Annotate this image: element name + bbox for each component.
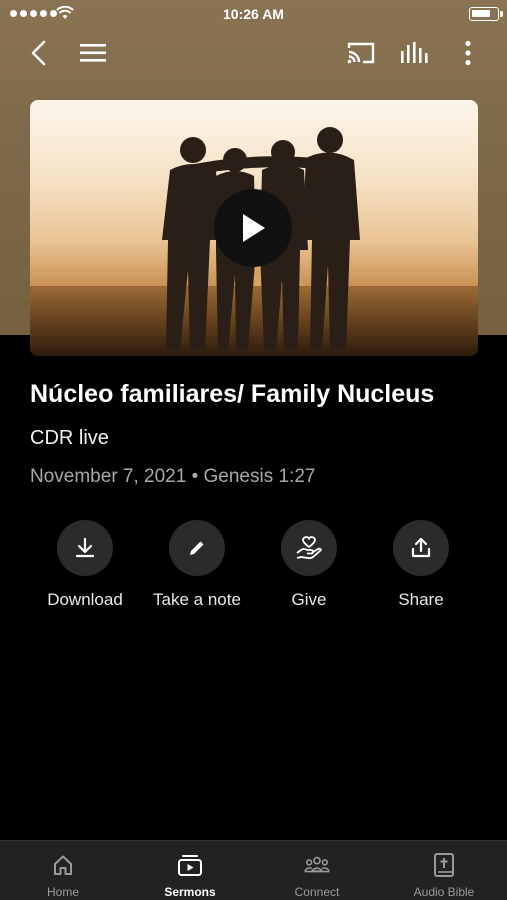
more-options-button[interactable]: [451, 36, 485, 70]
share-button[interactable]: Share: [361, 520, 481, 610]
note-circle: [169, 520, 225, 576]
give-hand-heart-icon: [296, 536, 322, 560]
chevron-left-icon: [31, 40, 46, 66]
cast-button[interactable]: [344, 36, 378, 70]
battery-icon: [469, 7, 503, 21]
share-label: Share: [398, 590, 444, 609]
give-circle: [281, 520, 337, 576]
tab-audio-bible-label: Audio Bible: [413, 885, 475, 899]
play-icon: [243, 214, 265, 242]
tab-audio-bible[interactable]: Audio Bible: [381, 841, 507, 900]
bible-icon: [430, 851, 458, 879]
share-circle: [393, 520, 449, 576]
tab-connect[interactable]: Connect: [254, 841, 380, 900]
take-a-note-label: Take a note: [153, 590, 241, 609]
sermon-title: Núcleo familiares/ Family Nucleus: [30, 380, 435, 408]
share-icon: [411, 537, 431, 558]
more-vertical-icon: [465, 40, 471, 66]
tab-sermons-label: Sermons: [164, 885, 216, 899]
download-circle: [57, 520, 113, 576]
bottom-tab-bar: Home Sermons Connect Audio Bible: [0, 840, 507, 900]
tab-home-label: Home: [46, 885, 79, 899]
equalizer-button[interactable]: [397, 36, 431, 70]
back-button[interactable]: [22, 36, 56, 70]
give-label: Give: [291, 590, 327, 609]
take-a-note-button[interactable]: Take a note: [137, 520, 257, 610]
status-time: 10:26 AM: [223, 6, 284, 22]
download-button[interactable]: Download: [25, 520, 145, 610]
sermon-channel: CDR live: [30, 427, 109, 449]
pencil-icon: [190, 541, 204, 555]
play-button[interactable]: [214, 189, 292, 267]
cast-icon: [347, 42, 375, 64]
hamburger-menu-icon: [80, 44, 106, 62]
download-icon: [75, 537, 95, 558]
status-bar: 10:26 AM: [0, 0, 507, 28]
sermons-icon: [176, 851, 204, 879]
people-icon: [303, 851, 331, 879]
sermon-thumbnail[interactable]: [30, 100, 478, 356]
tab-sermons[interactable]: Sermons: [127, 841, 253, 900]
action-row: Download Take a note Give Share: [0, 520, 507, 620]
menu-button[interactable]: [76, 36, 110, 70]
give-button[interactable]: Give: [249, 520, 369, 610]
tab-home[interactable]: Home: [0, 841, 126, 900]
equalizer-icon: [401, 42, 428, 63]
tab-connect-label: Connect: [294, 885, 340, 899]
download-label: Download: [47, 590, 123, 609]
home-icon: [49, 851, 77, 879]
sermon-meta: November 7, 2021 • Genesis 1:27: [30, 466, 316, 487]
